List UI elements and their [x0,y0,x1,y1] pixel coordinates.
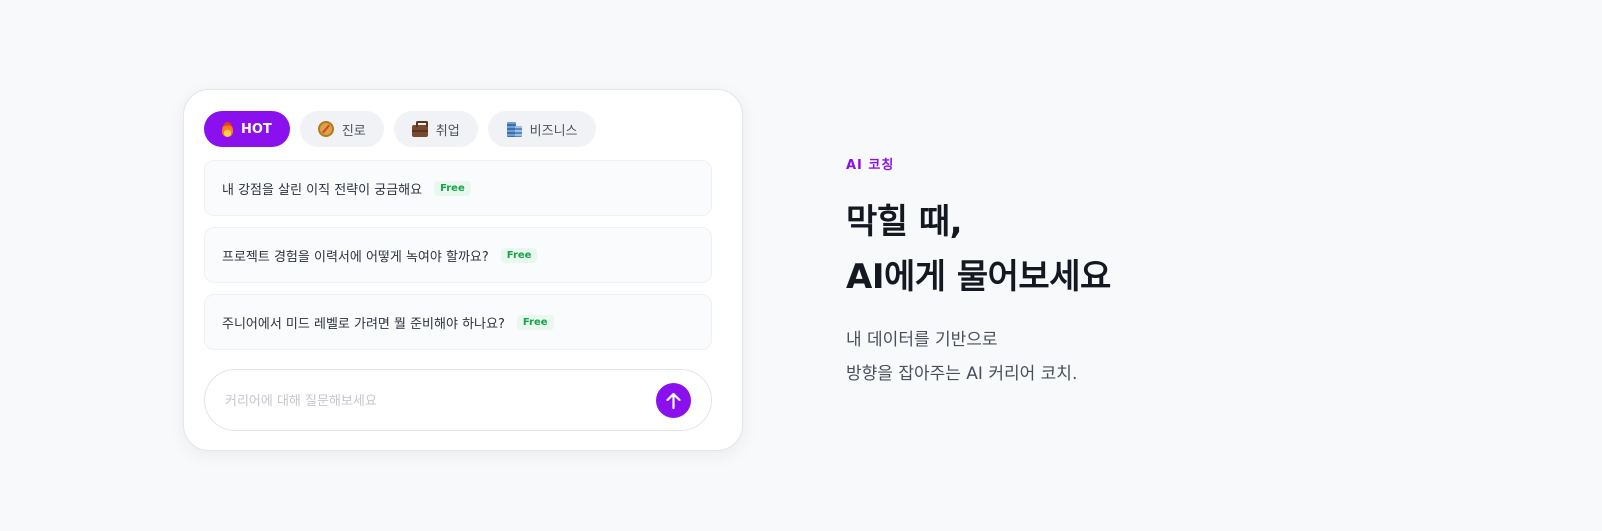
briefcase-icon [411,120,428,137]
suggested-questions: 내 강점을 살린 이직 전략이 궁금해요 Free 프로젝트 경험을 이력서에 … [204,160,712,361]
tab-label: 비즈니스 [529,123,578,139]
hero-copy: AI 코칭 막힐 때, AI에게 물어보세요 내 데이터를 기반으로 방향을 잡… [846,154,1111,391]
subheadline-line: 방향을 잡아주는 AI 커리어 코치. [846,364,1078,384]
flame-icon [222,121,233,137]
page: HOT 진로 취업 비즈니스 내 강점을 살린 이직 전략이 궁금해요 Free… [0,0,1602,531]
free-badge: Free [434,180,471,196]
question-input[interactable] [225,389,625,413]
send-button[interactable] [656,383,691,418]
question-text: 내 강점을 살린 이직 전략이 궁금해요 [222,182,423,198]
compass-icon [317,121,334,137]
tab-label: 진로 [341,123,366,139]
eyebrow-label: AI 코칭 [846,158,895,173]
tab-label: 취업 [435,123,460,139]
suggested-question[interactable]: 프로젝트 경험을 이력서에 어떻게 녹여야 할까요? Free [204,227,712,283]
chat-composer [204,369,712,431]
arrow-up-icon [666,392,681,410]
tab-hot[interactable]: HOT [204,111,290,147]
subheadline: 내 데이터를 기반으로 방향을 잡아주는 AI 커리어 코치. [846,323,1111,391]
ai-chat-card: HOT 진로 취업 비즈니스 내 강점을 살린 이직 전략이 궁금해요 Free… [183,89,743,451]
tab-label: HOT [241,121,272,137]
question-text: 프로젝트 경험을 이력서에 어떻게 녹여야 할까요? [222,249,489,265]
tab-business[interactable]: 비즈니스 [487,111,596,147]
category-tabs: HOT 진로 취업 비즈니스 [204,111,596,147]
free-badge: Free [516,314,554,330]
office-building-icon [506,121,522,137]
tab-career-path[interactable]: 진로 [299,111,384,147]
tab-employment[interactable]: 취업 [393,111,478,147]
headline-line: AI에게 물어보세요 [846,257,1111,297]
question-text: 주니어에서 미드 레벨로 가려면 뭘 준비해야 하나요? [222,316,505,332]
subheadline-line: 내 데이터를 기반으로 [846,330,998,350]
suggested-question[interactable]: 주니어에서 미드 레벨로 가려면 뭘 준비해야 하나요? Free [204,294,712,350]
headline: 막힐 때, AI에게 물어보세요 [846,195,1111,305]
suggested-question[interactable]: 내 강점을 살린 이직 전략이 궁금해요 Free [204,160,712,216]
free-badge: Free [500,247,538,263]
headline-line: 막힐 때, [846,202,963,242]
